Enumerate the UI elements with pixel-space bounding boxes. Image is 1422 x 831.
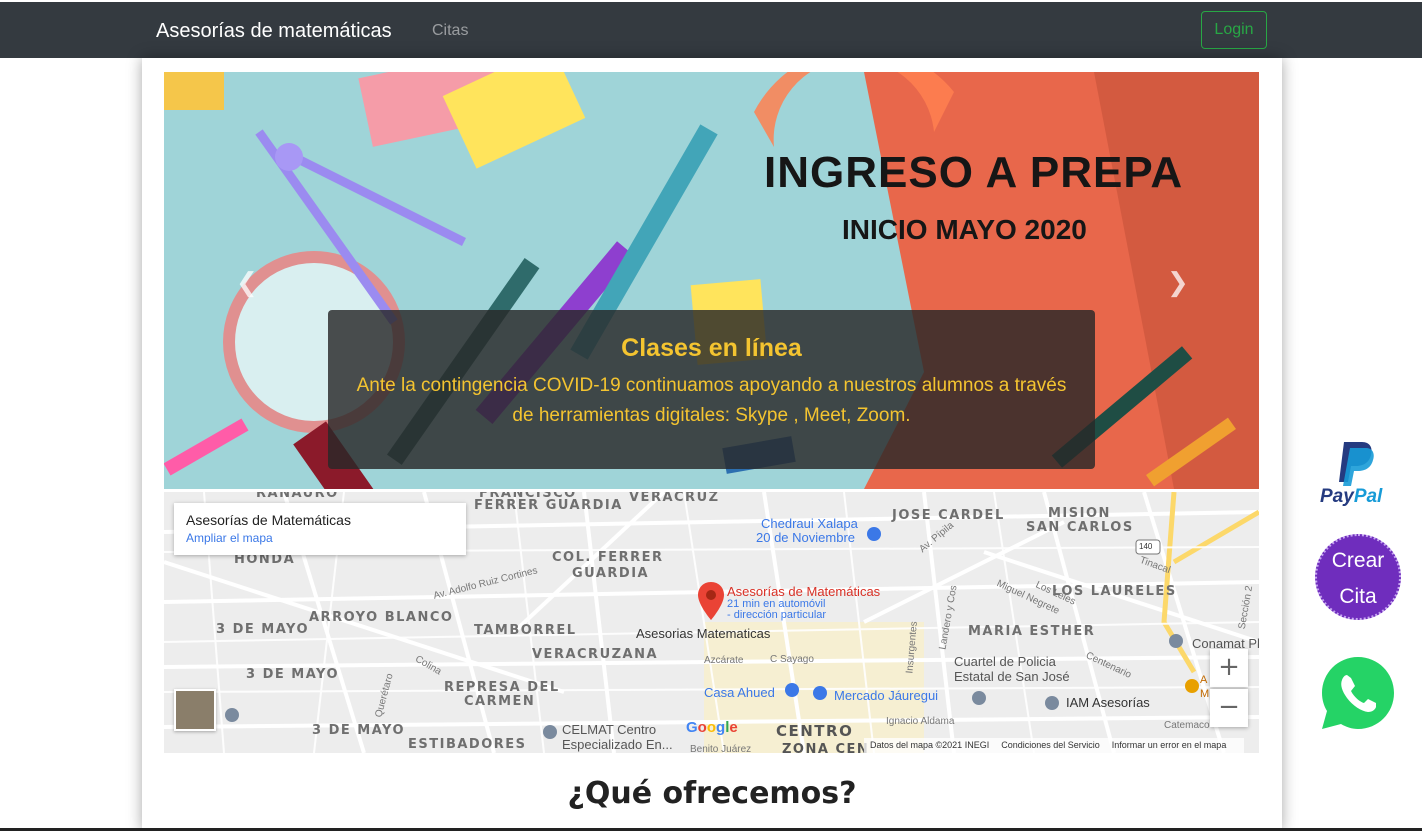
nav-link-citas[interactable]: Citas: [432, 22, 468, 40]
poi-label[interactable]: Cuartel de Policia: [954, 654, 1056, 669]
map-label: REPRESA DEL: [444, 680, 560, 695]
map-street: Benito Juárez: [690, 744, 752, 753]
map-label: COL. FERRER: [552, 550, 664, 565]
poi-label[interactable]: 20 de Noviembre: [756, 530, 855, 545]
sticky-note-yellow: [164, 72, 224, 110]
map-street: Ignacio Aldama: [886, 716, 955, 727]
chevron-left-icon[interactable]: ❮: [236, 268, 258, 298]
google-map[interactable]: RANAURO FRANCISCO FERRER GUARDIA VERACRU…: [164, 492, 1259, 753]
zoom-out-button[interactable]: −: [1210, 689, 1248, 727]
map-terms-link[interactable]: Condiciones del Servicio: [1001, 740, 1100, 750]
map-label: ESTIBADORES: [408, 737, 527, 752]
banner-title: INGRESO A PREPA: [764, 148, 1184, 197]
map-label: 3 DE MAYO: [246, 667, 340, 682]
poi-label[interactable]: Especializado En...: [562, 737, 673, 752]
zoom-in-button[interactable]: +: [1210, 649, 1248, 687]
caption-title: Clases en línea: [621, 334, 802, 362]
enlarge-map-link[interactable]: Ampliar el mapa: [186, 531, 454, 545]
map-street: C Sayago: [770, 654, 814, 665]
cita-label: Cita: [1339, 585, 1377, 608]
paypal-button[interactable]: PayPal: [1318, 440, 1394, 512]
map-info-title: Asesorías de Matemáticas: [186, 512, 351, 528]
poi-label[interactable]: M: [1200, 688, 1209, 700]
map-label: MISION: [1048, 506, 1111, 521]
map-attribution-bar: Datos del mapa ©2021 INEGI Condiciones de…: [864, 738, 1245, 753]
navbar: Asesorías de matemáticas Citas Login: [0, 2, 1422, 58]
satellite-toggle-button[interactable]: [174, 689, 216, 731]
create-appointment-button[interactable]: Crear Cita: [1315, 534, 1401, 620]
poi-label[interactable]: CELMAT Centro: [562, 722, 656, 737]
login-button[interactable]: Login: [1201, 11, 1267, 49]
paypal-icon: [1339, 442, 1374, 486]
poi-label[interactable]: Mercado Jáuregui: [834, 688, 938, 703]
map-label: TAMBORREL: [474, 623, 577, 638]
whatsapp-icon[interactable]: [1318, 653, 1398, 733]
marker-title[interactable]: Asesorías de Matemáticas: [727, 584, 880, 599]
google-logo: Google: [686, 719, 738, 736]
poi-label[interactable]: Casa Ahued: [704, 685, 775, 700]
poi-label[interactable]: A: [1200, 674, 1207, 686]
route-number: 140: [1139, 542, 1153, 551]
map-street: Azcárate: [704, 655, 744, 666]
paypal-label: PayPal: [1320, 486, 1383, 507]
map-label: VERACRUZANA: [532, 647, 659, 662]
banner-subtitle: INICIO MAYO 2020: [842, 214, 1087, 245]
map-label: ZONA CEN: [782, 742, 870, 753]
map-label: FERRER GUARDIA: [474, 498, 623, 513]
map-label: MARIA ESTHER: [968, 624, 1096, 639]
map-street: Catemaco: [1164, 720, 1210, 731]
map-label: SAN CARLOS: [1026, 520, 1134, 535]
crear-label: Crear: [1331, 549, 1385, 572]
carousel-caption: Clases en línea Ante la contingencia COV…: [328, 310, 1095, 469]
chevron-right-icon[interactable]: ❯: [1167, 268, 1189, 298]
map-report-link[interactable]: Informar un error en el mapa: [1112, 740, 1227, 750]
poi-label[interactable]: IAM Asesorías: [1066, 695, 1150, 710]
brand-link[interactable]: Asesorías de matemáticas: [156, 20, 392, 43]
carousel: INGRESO A PREPA INICIO MAYO 2020 ❮ ❯ Cla…: [164, 72, 1259, 489]
poi-label[interactable]: Chedraui Xalapa: [761, 516, 858, 531]
map-info-card: Asesorías de Matemáticas Ampliar el mapa: [174, 503, 466, 555]
map-label: CENTRO: [776, 722, 854, 740]
marker-subtitle: - dirección particular: [727, 609, 827, 621]
map-label: CARMEN: [464, 694, 536, 709]
poi-label[interactable]: Estatal de San José: [954, 669, 1070, 684]
map-label: RANAURO: [256, 492, 339, 501]
poi-label[interactable]: Asesorias Matematicas: [636, 626, 770, 641]
caption-text: Ante la contingencia COVID-19 continuamo…: [356, 375, 1067, 426]
map-label: GUARDIA: [572, 566, 650, 581]
section-title: ¿Qué ofrecemos?: [567, 776, 857, 811]
map-attribution: Datos del mapa ©2021 INEGI: [870, 740, 990, 750]
map-pin-icon[interactable]: [698, 582, 724, 620]
map-label: VERACRUZ: [629, 492, 720, 505]
map-label: 3 DE MAYO: [312, 723, 406, 738]
map-label: ARROYO BLANCO: [309, 610, 454, 625]
map-label: 3 DE MAYO: [216, 622, 310, 637]
